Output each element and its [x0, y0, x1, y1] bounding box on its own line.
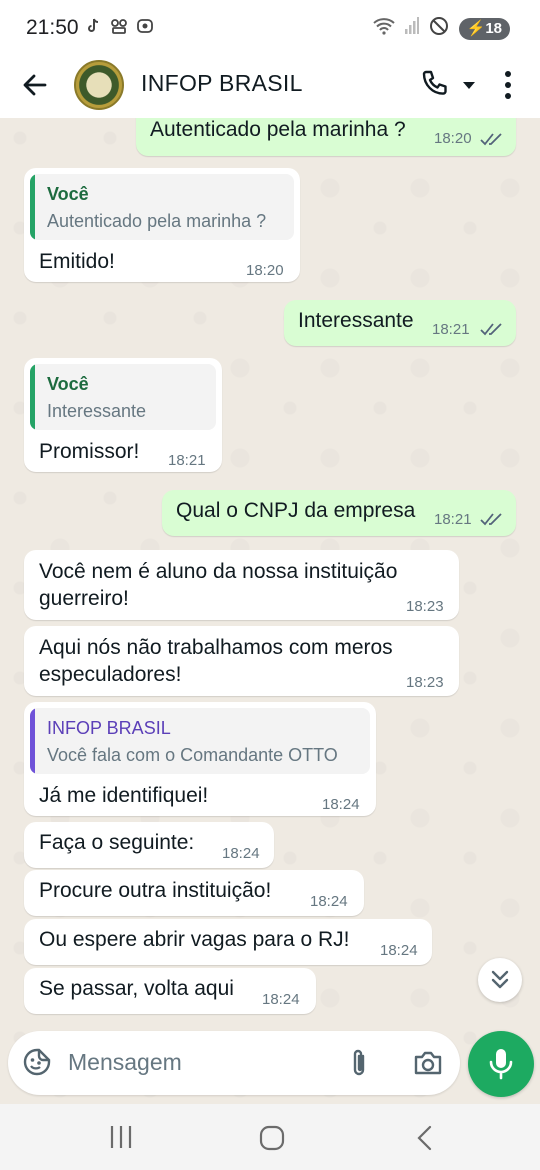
message-input[interactable]: [68, 1045, 338, 1079]
recents-icon[interactable]: [108, 1124, 136, 1150]
caret-down-icon[interactable]: [462, 78, 476, 89]
quoted-message[interactable]: INFOP BRASIL Você fala com o Comandante …: [30, 708, 370, 774]
incoming-message[interactable]: Você Interessante Promissor! 18:21: [24, 358, 222, 472]
message-text: Promissor!: [39, 440, 140, 463]
more-vert-icon[interactable]: [500, 68, 516, 102]
avatar[interactable]: [74, 60, 124, 110]
instagram-icon: [136, 17, 154, 35]
nav-back-icon[interactable]: [412, 1124, 436, 1152]
message-text: Ou espere abrir vagas para o RJ!: [39, 928, 350, 951]
message-text: Já me identifiquei!: [39, 784, 209, 807]
contact-name[interactable]: INFOP BRASIL: [141, 70, 303, 97]
status-bar: 21:50 ⚡18: [0, 0, 540, 56]
quote-text: Autenticado pela marinha ?: [47, 211, 267, 231]
outgoing-message[interactable]: Interessante 18:21: [284, 300, 516, 346]
message-text: Se passar, volta aqui: [39, 977, 234, 1000]
incoming-message[interactable]: Você nem é aluno da nossa instituição gu…: [24, 550, 459, 620]
status-time: 21:50: [26, 16, 79, 39]
quote-bar: [30, 708, 35, 774]
wifi-icon: [372, 17, 395, 40]
message-time: 18:23: [406, 674, 444, 691]
read-receipt-icon: [480, 513, 502, 526]
mic-button[interactable]: [468, 1031, 534, 1097]
incoming-message[interactable]: Procure outra instituição! 18:24: [24, 870, 364, 916]
incoming-message[interactable]: Ou espere abrir vagas para o RJ! 18:24: [24, 919, 432, 965]
message-text: Qual o CNPJ da empresa: [176, 499, 416, 522]
quote-author: Você: [47, 374, 89, 394]
voicemail-icon: [110, 17, 128, 35]
read-receipt-icon: [480, 323, 502, 336]
back-arrow-icon[interactable]: [18, 68, 52, 102]
incoming-message[interactable]: Faça o seguinte: 18:24: [24, 822, 274, 868]
message-time: 18:20: [246, 262, 284, 279]
message-time: 18:21: [434, 511, 472, 528]
tiktok-icon: [84, 17, 102, 35]
quote-author: Você: [47, 184, 89, 204]
camera-icon[interactable]: [412, 1048, 444, 1078]
phone-icon[interactable]: [420, 68, 450, 98]
message-text-line-1: Você nem é aluno da nossa instituição: [39, 560, 398, 583]
message-text-line-2: especuladores!: [39, 663, 182, 686]
message-time: 18:21: [168, 452, 206, 469]
quote-text: Você fala com o Comandante OTTO: [47, 745, 338, 765]
message-text: Emitido!: [39, 250, 115, 273]
quote-text: Interessante: [47, 401, 147, 421]
incoming-message[interactable]: Se passar, volta aqui 18:24: [24, 968, 316, 1014]
emoji-sticker-icon[interactable]: [22, 1047, 52, 1077]
quote-author: INFOP BRASIL: [47, 718, 171, 738]
incoming-message[interactable]: Aqui nós não trabalhamos com meros espec…: [24, 626, 459, 696]
message-text-line-1: Aqui nós não trabalhamos com meros: [39, 636, 393, 659]
chat-header: INFOP BRASIL: [0, 56, 540, 118]
message-text-line-2: guerreiro!: [39, 587, 129, 610]
system-navigation-bar: [0, 1104, 540, 1170]
home-icon[interactable]: [258, 1124, 286, 1152]
battery-level: 18: [485, 19, 502, 37]
message-text: Interessante: [298, 309, 414, 332]
message-time: 18:20: [434, 130, 472, 147]
message-text: Autenticado pela marinha ?: [150, 118, 406, 141]
message-time: 18:24: [222, 845, 260, 862]
message-time: 18:24: [310, 893, 348, 910]
message-time: 18:24: [322, 796, 360, 813]
do-not-disturb-icon: [429, 16, 449, 41]
message-time: 18:24: [262, 991, 300, 1008]
read-receipt-icon: [480, 133, 502, 146]
message-composer: [8, 1031, 460, 1095]
quoted-message[interactable]: Você Interessante: [30, 364, 216, 430]
mic-icon: [489, 1049, 513, 1080]
message-text: Faça o seguinte:: [39, 831, 195, 854]
outgoing-message[interactable]: Qual o CNPJ da empresa 18:21: [162, 490, 516, 536]
outgoing-message[interactable]: Autenticado pela marinha ? 18:20: [136, 118, 516, 156]
message-time: 18:24: [380, 942, 418, 959]
message-time: 18:23: [406, 598, 444, 615]
quoted-message[interactable]: Você Autenticado pela marinha ?: [30, 174, 294, 240]
scroll-to-bottom-button[interactable]: [478, 958, 522, 1002]
double-chevron-down-icon: [491, 970, 509, 989]
chat-area[interactable]: Autenticado pela marinha ? 18:20 Você Au…: [0, 118, 540, 1100]
quote-bar: [30, 364, 35, 430]
paperclip-icon[interactable]: [346, 1047, 372, 1079]
battery-charging-icon: ⚡18: [458, 17, 510, 40]
message-time: 18:21: [432, 321, 470, 338]
signal-icon: [404, 17, 419, 40]
message-text: Procure outra instituição!: [39, 879, 272, 902]
incoming-message[interactable]: Você Autenticado pela marinha ? Emitido!…: [24, 168, 300, 282]
quote-bar: [30, 174, 35, 240]
incoming-message[interactable]: INFOP BRASIL Você fala com o Comandante …: [24, 702, 376, 816]
